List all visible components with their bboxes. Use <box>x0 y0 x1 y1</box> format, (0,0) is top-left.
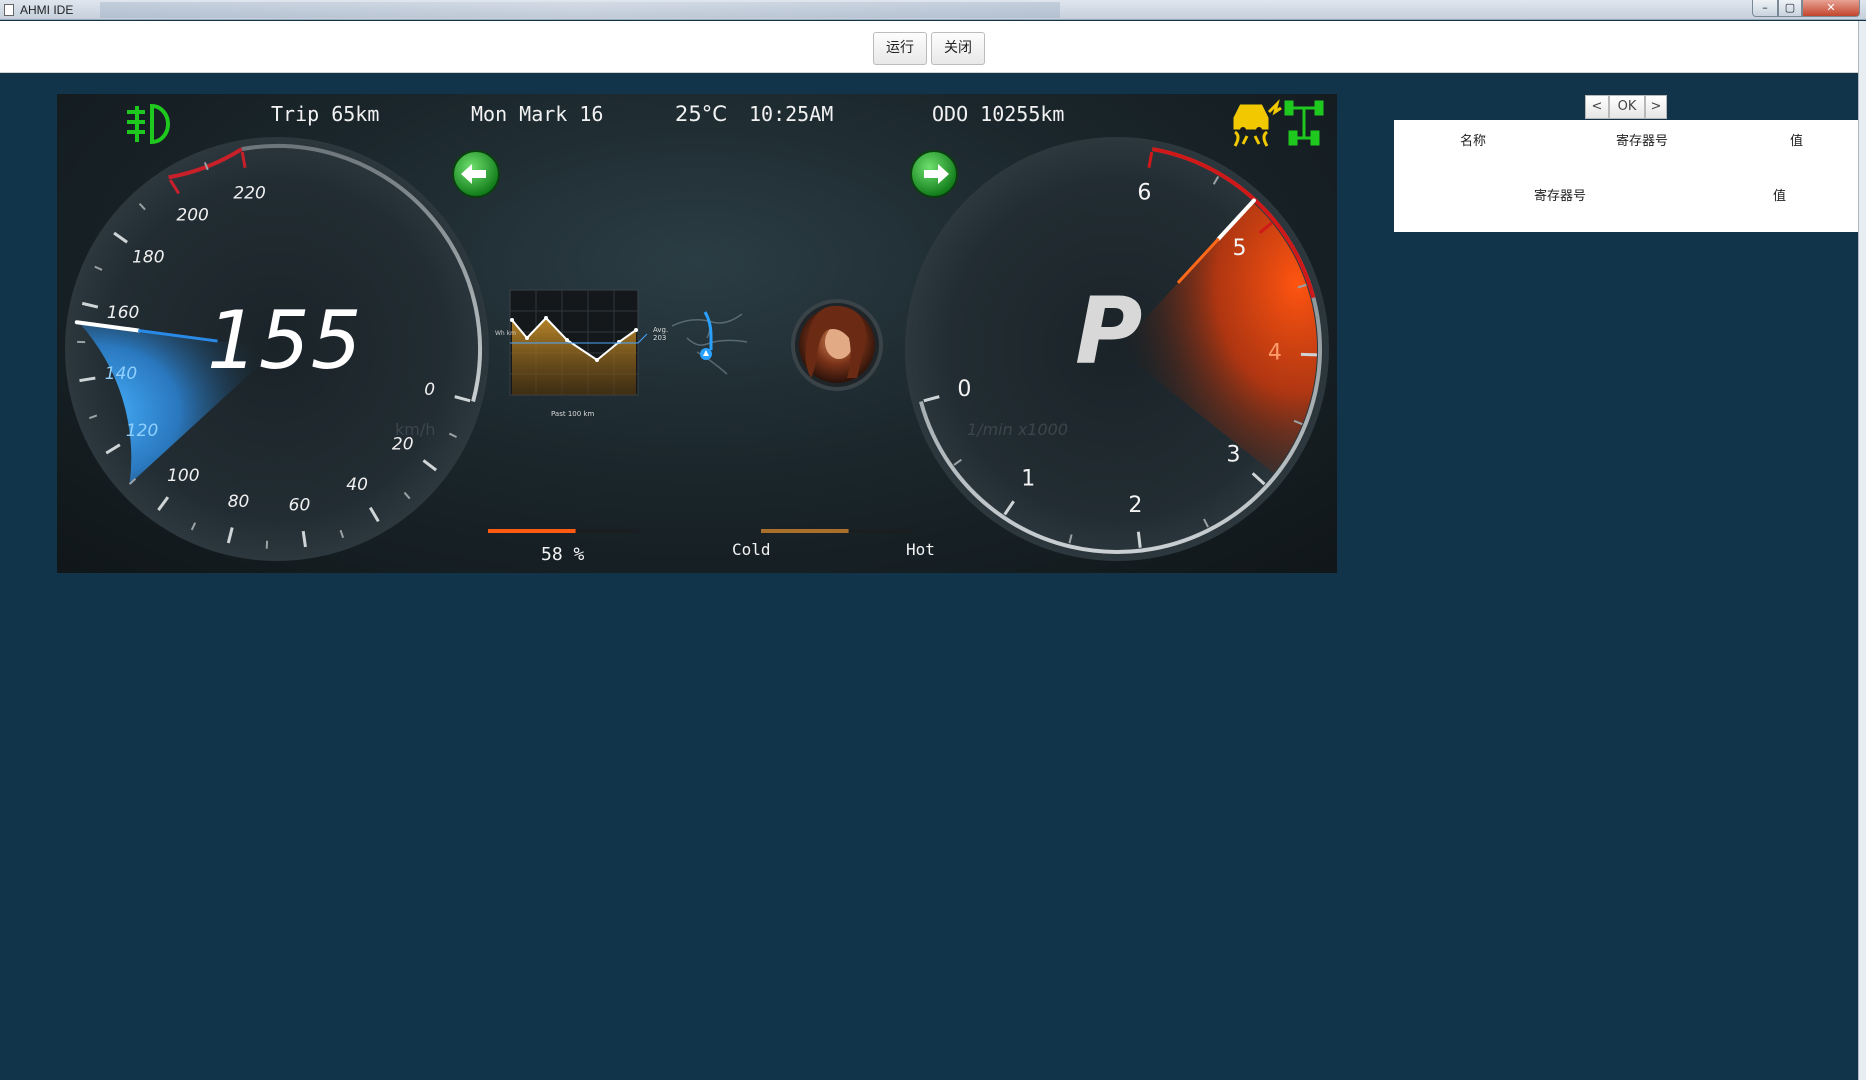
column-register-number: 寄存器号 <box>1616 134 1669 149</box>
speedo-tick-label: 160 <box>107 303 139 323</box>
odometer: ODO 10255km <box>932 102 1065 126</box>
hot-label: Hot <box>906 540 935 559</box>
tacho-tick-label: 1 <box>1021 467 1035 492</box>
speedo-tick-label: 200 <box>176 205 208 225</box>
rpm-unit: 1/min x1000 <box>967 420 1069 439</box>
tacho-tick-label: 0 <box>957 377 971 402</box>
avg-value: 203 <box>653 334 667 342</box>
coolant-fill <box>761 529 849 533</box>
speed-unit: km/h <box>395 420 436 439</box>
window-title: AHMI IDE <box>20 3 74 17</box>
tacho-tick-label: 4 <box>1268 341 1282 366</box>
register-pager: < OK > <box>1585 95 1667 119</box>
dashboard-canvas: 0 20 40 60 80 100 120 140 160 180 200 220 0123456 <box>57 94 1337 573</box>
gear-indicator: P <box>1075 278 1143 385</box>
cold-label: Cold <box>732 540 771 559</box>
tacho-tick-label: 5 <box>1232 236 1246 261</box>
outside-temperature: 25°C <box>675 102 727 126</box>
run-button[interactable]: 运行 <box>873 32 927 65</box>
column-name: 名称 <box>1460 134 1487 149</box>
speedo-tick-label: 120 <box>126 421 158 441</box>
title-bar: AHMI IDE – ▢ ✕ <box>0 0 1866 20</box>
close-button[interactable]: 关闭 <box>931 32 985 65</box>
prev-page-button[interactable]: < <box>1585 95 1609 119</box>
date-display: Mon Mark 16 <box>471 102 604 126</box>
speed-readout: 155 <box>207 294 363 387</box>
ok-button[interactable]: OK <box>1609 95 1645 119</box>
tacho-tick <box>1136 531 1142 548</box>
chart-caption: Past 100 km <box>551 410 595 418</box>
profile-avatar <box>791 299 883 391</box>
trip-distance: Trip 65km <box>271 102 380 126</box>
taskbar-strip <box>100 2 1060 18</box>
speedo-tick-label: 180 <box>132 247 164 267</box>
maximize-button[interactable]: ▢ <box>1778 0 1802 17</box>
speedo-tick-label: 60 <box>289 495 311 515</box>
energy-consumption-chart <box>509 289 648 396</box>
next-page-button[interactable]: > <box>1645 95 1667 119</box>
speedo-tick-label: 140 <box>105 364 137 384</box>
column-value-2: 值 <box>1773 189 1787 204</box>
fog-light-icon <box>127 103 170 145</box>
toolbar: 运行 关闭 <box>0 21 1858 73</box>
traction-control-icon <box>1233 99 1282 147</box>
avg-label: Avg. <box>653 326 669 334</box>
tacho-tick-label: 2 <box>1128 493 1142 518</box>
app-icon <box>4 4 14 16</box>
battery-fill <box>488 529 576 533</box>
column-value: 值 <box>1790 134 1804 149</box>
left-turn-signal-icon <box>452 150 500 198</box>
chart-y-axis-label: Wh km <box>495 330 516 337</box>
battery-bar <box>488 529 639 533</box>
register-table: 名称 寄存器号 值 寄存器号 值 <box>1394 120 1858 232</box>
speedo-tick-label: 40 <box>346 475 368 495</box>
average-consumption: Avg. 203 <box>653 326 668 342</box>
speedo-tick-label: 0 <box>424 380 435 400</box>
speedo-tick-label: 220 <box>233 183 265 203</box>
column-register-number-2: 寄存器号 <box>1534 189 1587 204</box>
navigation-icon <box>671 311 748 375</box>
tacho-tick-label: 3 <box>1226 443 1240 468</box>
minimize-button[interactable]: – <box>1752 0 1778 17</box>
battery-percent: 58 % <box>541 544 585 565</box>
coolant-temperature-bar <box>761 529 912 533</box>
awd-icon <box>1284 100 1324 146</box>
speedo-tick-label: 100 <box>167 466 199 486</box>
clock: 10:25AM <box>749 102 834 126</box>
close-window-button[interactable]: ✕ <box>1802 0 1860 17</box>
right-turn-signal-icon <box>910 150 958 198</box>
tacho-tick-label: 6 <box>1137 180 1151 205</box>
speedo-tick-label: 80 <box>228 492 250 512</box>
vertical-scrollbar[interactable] <box>1858 21 1866 1080</box>
